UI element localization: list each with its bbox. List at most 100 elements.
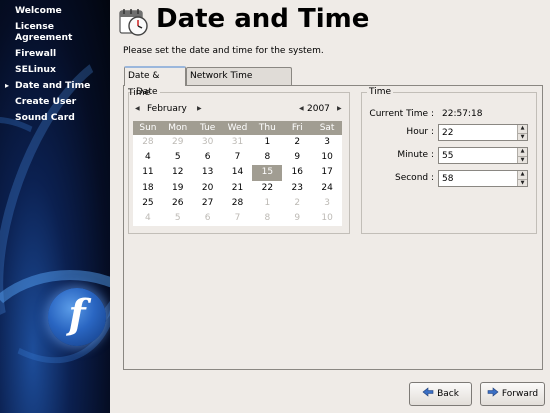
spin-down-icon[interactable]: ▼	[518, 132, 527, 141]
minute-spin-buttons[interactable]: ▲ ▼	[517, 148, 527, 163]
hour-spinner[interactable]: ▲ ▼	[438, 124, 528, 141]
hour-field[interactable]	[442, 127, 512, 139]
calendar-day[interactable]: 7	[223, 150, 253, 165]
calendar-day-other-month[interactable]: 3	[312, 196, 342, 211]
calendar-day[interactable]: 11	[133, 165, 163, 180]
second-field[interactable]	[442, 173, 512, 185]
calendar-day[interactable]: 14	[223, 165, 253, 180]
logo-letter: f	[68, 291, 86, 338]
calendar-day[interactable]: 9	[282, 150, 312, 165]
minute-row: Minute : ▲ ▼	[362, 147, 538, 165]
prev-month-icon[interactable]: ◀	[135, 105, 140, 112]
spin-up-icon[interactable]: ▲	[518, 148, 527, 156]
calendar-day[interactable]: 10	[312, 150, 342, 165]
current-time-label: Current Time :	[369, 109, 434, 119]
calendar-day[interactable]: 16	[282, 165, 312, 180]
tab-date-time[interactable]: Date & Time	[124, 66, 186, 98]
spin-up-icon[interactable]: ▲	[518, 171, 527, 179]
calendar-day-other-month[interactable]: 10	[312, 211, 342, 226]
sidebar-item: Sound Card	[0, 112, 110, 123]
hour-label: Hour :	[406, 127, 434, 137]
prev-year-icon[interactable]: ◀	[299, 105, 304, 112]
clock-calendar-icon	[119, 9, 148, 36]
minute-label: Minute :	[397, 150, 434, 160]
weekday-header: Sat	[319, 123, 335, 133]
calendar-day-other-month[interactable]: 5	[163, 211, 193, 226]
calendar-day[interactable]: 2	[282, 135, 312, 150]
hour-spin-buttons[interactable]: ▲ ▼	[517, 125, 527, 140]
sidebar-item-label: Firewall	[15, 48, 57, 59]
next-year-icon[interactable]: ▶	[337, 105, 342, 112]
calendar-day[interactable]: 21	[223, 181, 253, 196]
main-panel: Date and Time Please set the date and ti…	[110, 0, 550, 413]
calendar-day-other-month[interactable]: 29	[163, 135, 193, 150]
calendar-day-other-month[interactable]: 28	[133, 135, 163, 150]
sidebar-item-label: Create User	[15, 96, 77, 107]
month-label: February	[147, 104, 187, 114]
second-row: Second : ▲ ▼	[362, 170, 538, 188]
page-title: Date and Time	[156, 4, 370, 34]
second-spin-buttons[interactable]: ▲ ▼	[517, 171, 527, 186]
forward-button-label: Forward	[501, 389, 539, 399]
minute-field[interactable]	[442, 150, 512, 162]
sidebar-item: Firewall	[0, 48, 110, 59]
minute-spinner[interactable]: ▲ ▼	[438, 147, 528, 164]
tab-panel: Date ◀ February ▶ ◀ 2007 ▶ SunMonTueWedT…	[123, 85, 543, 370]
next-month-icon[interactable]: ▶	[197, 105, 202, 112]
calendar-day[interactable]: 13	[193, 165, 223, 180]
calendar-day[interactable]: 12	[163, 165, 193, 180]
sidebar-item-label: License Agreement	[15, 21, 73, 43]
sidebar: Welcome License Agreement Firewall SELinux ▸…	[0, 0, 110, 413]
calendar-day[interactable]: 6	[193, 150, 223, 165]
sidebar-item-label: Welcome	[15, 5, 62, 16]
current-time-value: 22:57:18	[442, 109, 483, 119]
calendar-day[interactable]: 20	[193, 181, 223, 196]
current-time-row: Current Time : 22:57:18	[362, 106, 538, 124]
calendar-day[interactable]: 25	[133, 196, 163, 211]
calendar-day[interactable]: 3	[312, 135, 342, 150]
current-step-arrow-icon: ▸	[5, 81, 10, 90]
calendar-day[interactable]: 24	[312, 181, 342, 196]
calendar-day-other-month[interactable]: 7	[223, 211, 253, 226]
calendar-day-other-month[interactable]: 9	[282, 211, 312, 226]
calendar-day-other-month[interactable]: 2	[282, 196, 312, 211]
calendar-day[interactable]: 28	[223, 196, 253, 211]
tab-network-time-protocol[interactable]: Network Time Protocol	[186, 67, 292, 98]
sidebar-item: License Agreement	[0, 21, 110, 43]
calendar-day[interactable]: 17	[312, 165, 342, 180]
calendar-day[interactable]: 18	[133, 181, 163, 196]
calendar-day[interactable]: 23	[282, 181, 312, 196]
calendar-day[interactable]: 26	[163, 196, 193, 211]
calendar-day[interactable]: 5	[163, 150, 193, 165]
calendar-weekday-row: Sun Mon Tue Wed Thu Fri Sat	[133, 121, 342, 135]
calendar-day-other-month[interactable]: 30	[193, 135, 223, 150]
calendar-day-other-month[interactable]: 4	[133, 211, 163, 226]
calendar-day-other-month[interactable]: 8	[252, 211, 282, 226]
second-spinner[interactable]: ▲ ▼	[438, 170, 528, 187]
spin-down-icon[interactable]: ▼	[518, 155, 527, 164]
calendar-day-other-month[interactable]: 1	[252, 196, 282, 211]
spin-down-icon[interactable]: ▼	[518, 178, 527, 187]
forward-button[interactable]: Forward	[480, 382, 545, 406]
calendar-day[interactable]: 8	[252, 150, 282, 165]
calendar-day[interactable]: 1	[252, 135, 282, 150]
back-button[interactable]: Back	[409, 382, 472, 406]
hour-row: Hour : ▲ ▼	[362, 124, 538, 142]
calendar-day[interactable]: 22	[252, 181, 282, 196]
weekday-header: Thu	[258, 123, 276, 133]
calendar-day[interactable]: 4	[133, 150, 163, 165]
calendar-day[interactable]: 27	[193, 196, 223, 211]
calendar-day[interactable]: 15	[252, 165, 283, 181]
sidebar-item: ▸ Date and Time	[0, 80, 110, 91]
calendar-day-other-month[interactable]: 31	[223, 135, 253, 150]
sidebar-item: Create User	[0, 96, 110, 107]
weekday-header: Fri	[291, 123, 303, 133]
time-frame: Time Current Time : 22:57:18 Hour : ▲ ▼ …	[361, 87, 538, 234]
weekday-header: Tue	[199, 123, 216, 133]
intro-text: Please set the date and time for the sys…	[123, 46, 324, 56]
spin-up-icon[interactable]: ▲	[518, 125, 527, 133]
second-label: Second :	[394, 173, 434, 183]
calendar-header: ◀ February ▶ ◀ 2007 ▶	[133, 103, 345, 117]
calendar-day[interactable]: 19	[163, 181, 193, 196]
calendar-day-other-month[interactable]: 6	[193, 211, 223, 226]
